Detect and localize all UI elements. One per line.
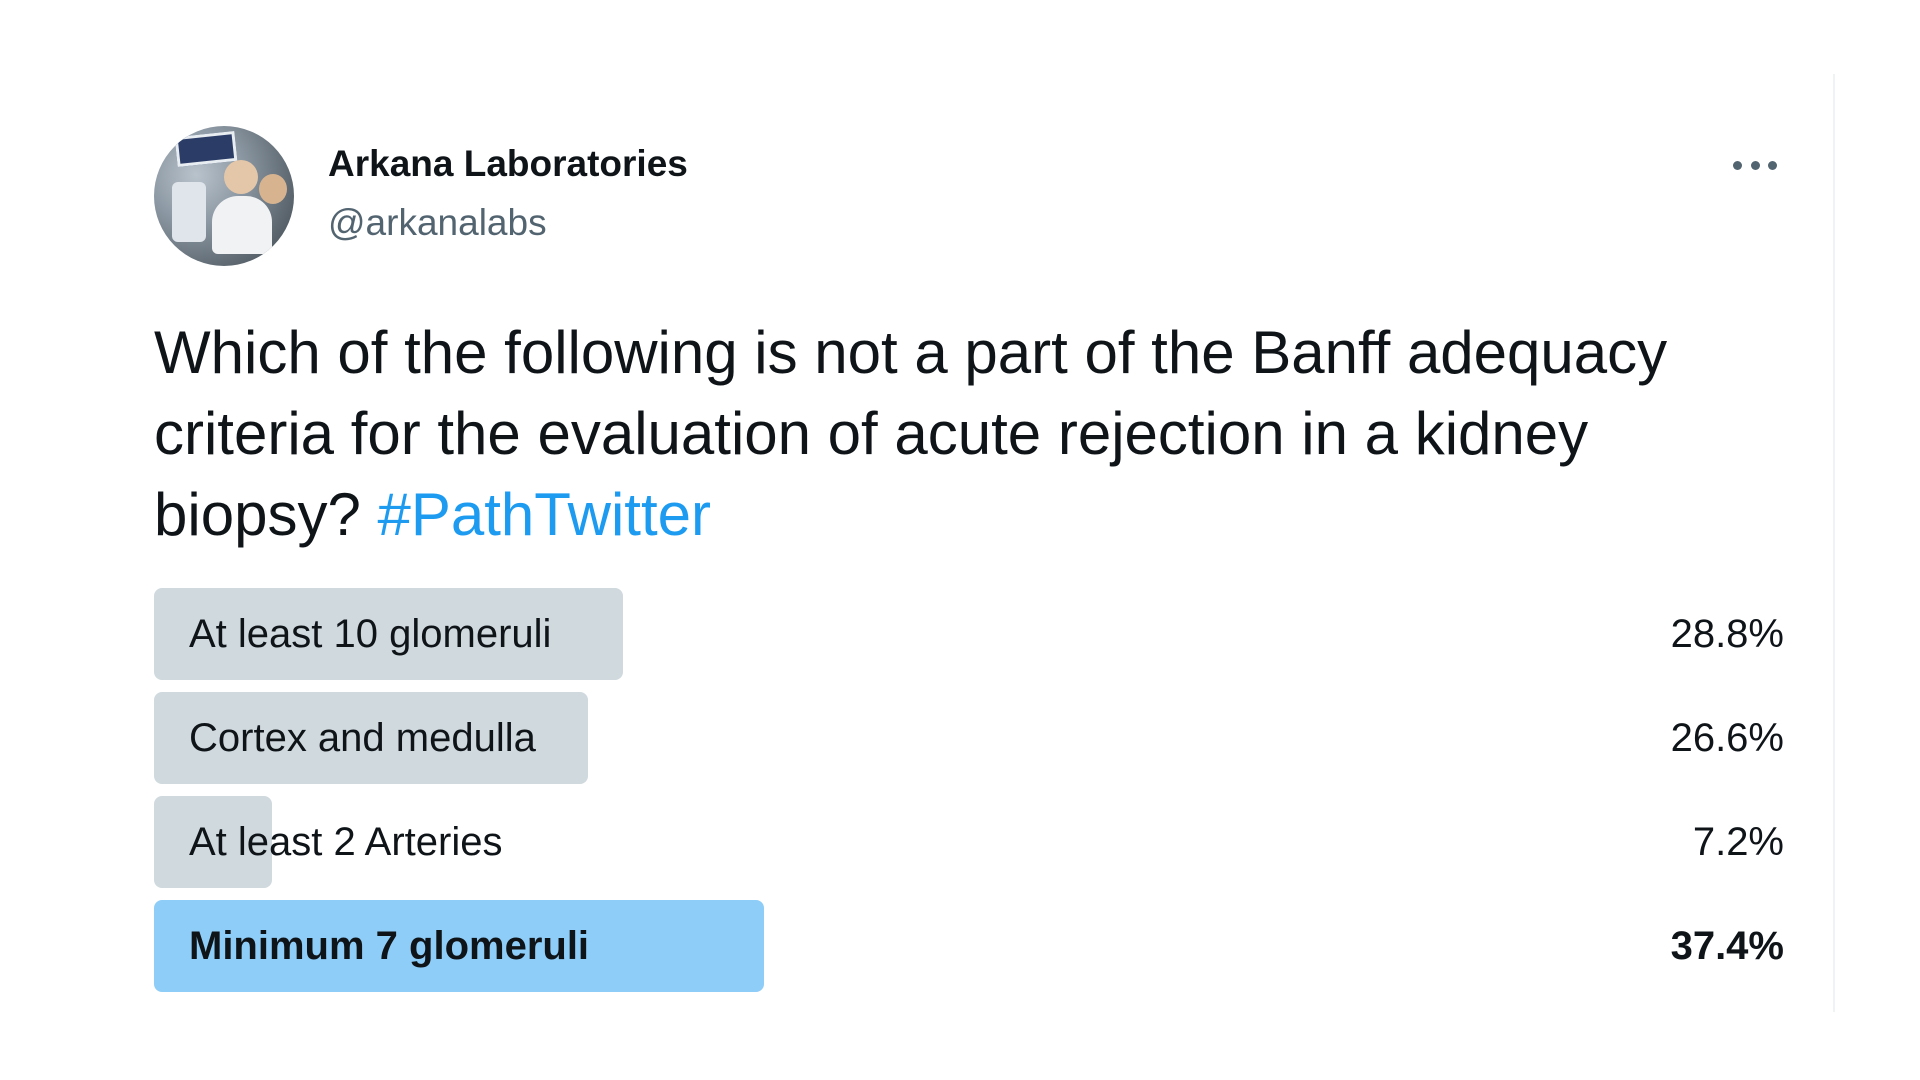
poll: At least 10 glomeruli 28.8% Cortex and med… [154,588,1784,1004]
avatar-photo-screen [174,130,238,168]
poll-option-label: At least 10 glomeruli [189,612,552,656]
poll-option-percent: 7.2% [1692,820,1784,864]
avatar-photo-microscope [172,182,206,242]
author-handle[interactable]: @arkanalabs [328,202,547,244]
poll-option-percent: 26.6% [1670,716,1784,760]
timeline-divider [1833,74,1835,1012]
poll-option-percent: 28.8% [1670,612,1784,656]
poll-option-label: Cortex and medulla [189,716,536,760]
tweet-card: Arkana Laboratories @arkanalabs Which of… [0,0,1920,1080]
author-display-name[interactable]: Arkana Laboratories [328,143,688,185]
more-dot [1750,160,1760,170]
poll-option-percent: 37.4% [1670,924,1784,968]
tweet-text: Which of the following is not a part of … [154,312,1774,555]
avatar-photo-person-head [224,160,258,194]
hashtag-link[interactable]: #PathTwitter [377,481,711,548]
more-dot [1768,160,1777,170]
more-dot [1733,160,1742,170]
avatar-photo-person-body [212,196,272,254]
poll-option: Minimum 7 glomeruli 37.4% [154,900,1784,992]
poll-option: Cortex and medulla 26.6% [154,692,1784,784]
poll-option: At least 10 glomeruli 28.8% [154,588,1784,680]
poll-option-label: Minimum 7 glomeruli [189,924,590,968]
poll-option: At least 2 Arteries 7.2% [154,796,1784,888]
avatar-photo-person-head-2 [259,174,287,204]
poll-option-label: At least 2 Arteries [189,820,503,864]
more-options-icon[interactable] [1733,150,1777,180]
avatar[interactable] [154,126,294,266]
